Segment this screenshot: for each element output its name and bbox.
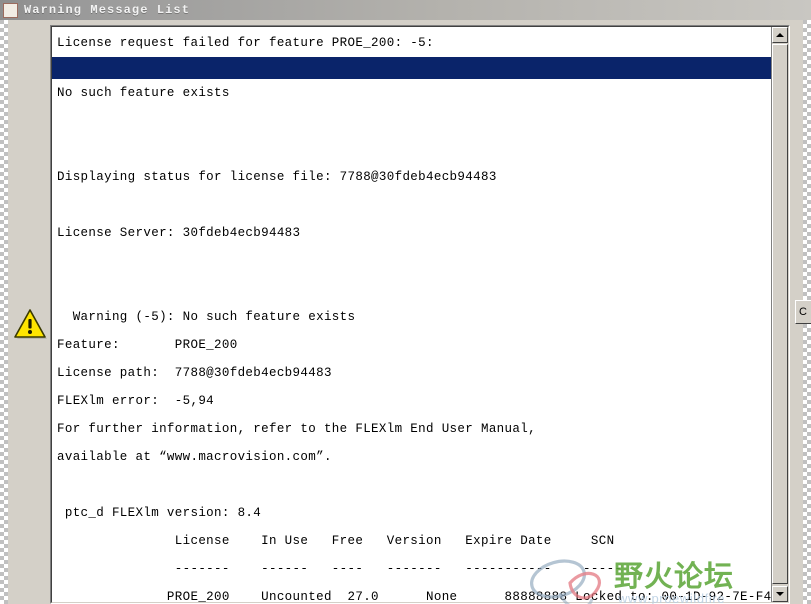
transparent-edge-left bbox=[0, 0, 8, 604]
message-line[interactable]: ptc_d FLEXlm version: 8.4 bbox=[52, 499, 771, 527]
message-line[interactable]: No such feature exists bbox=[52, 79, 771, 107]
message-line[interactable] bbox=[52, 191, 771, 219]
screen-root: Warning Message List License request fai… bbox=[0, 0, 811, 604]
message-line[interactable] bbox=[52, 471, 771, 499]
message-list-frame: License request failed for feature PROE_… bbox=[50, 25, 790, 604]
warning-triangle-icon bbox=[14, 308, 48, 340]
message-line[interactable]: For further information, refer to the FL… bbox=[52, 415, 771, 443]
message-line[interactable]: License In Use Free Version Expire Date … bbox=[52, 527, 771, 555]
window-title: Warning Message List bbox=[24, 3, 191, 17]
message-line[interactable]: Warning (-5): No such feature exists bbox=[52, 303, 771, 331]
message-line[interactable]: License Server: 30fdeb4ecb94483 bbox=[52, 219, 771, 247]
message-line[interactable]: Displaying status for license file: 7788… bbox=[52, 163, 771, 191]
message-line[interactable] bbox=[52, 135, 771, 163]
scroll-thumb[interactable] bbox=[772, 44, 788, 584]
message-line[interactable]: License path: 7788@30fdeb4ecb94483 bbox=[52, 359, 771, 387]
close-button[interactable]: C bbox=[795, 300, 811, 324]
message-line[interactable] bbox=[52, 275, 771, 303]
message-line[interactable]: FLEXlm error: -5,94 bbox=[52, 387, 771, 415]
message-line[interactable]: available at “www.macrovision.com”. bbox=[52, 443, 771, 471]
window-titlebar[interactable]: Warning Message List bbox=[0, 0, 811, 20]
message-line[interactable]: ------- ------ ---- ------- ----------- … bbox=[52, 555, 771, 583]
window-icon bbox=[3, 2, 18, 18]
message-line[interactable]: License request failed for feature PROE_… bbox=[52, 29, 771, 57]
message-list-inner: License request failed for feature PROE_… bbox=[51, 26, 789, 603]
scroll-down-arrow-icon[interactable] bbox=[772, 586, 788, 602]
message-line[interactable] bbox=[52, 247, 771, 275]
dialog-inner: License request failed for feature PROE_… bbox=[6, 20, 805, 604]
message-line[interactable]: PROE_200 Uncounted 27.0 None 88888888 Lo… bbox=[52, 583, 771, 602]
message-text-pane[interactable]: License request failed for feature PROE_… bbox=[52, 27, 771, 602]
vertical-scrollbar[interactable] bbox=[771, 27, 788, 602]
message-line[interactable]: Feature: PROE_200 bbox=[52, 331, 771, 359]
warning-dialog: License request failed for feature PROE_… bbox=[0, 20, 811, 604]
message-line[interactable] bbox=[52, 107, 771, 135]
scroll-up-arrow-icon[interactable] bbox=[772, 27, 788, 43]
message-line-selected[interactable] bbox=[52, 57, 771, 79]
